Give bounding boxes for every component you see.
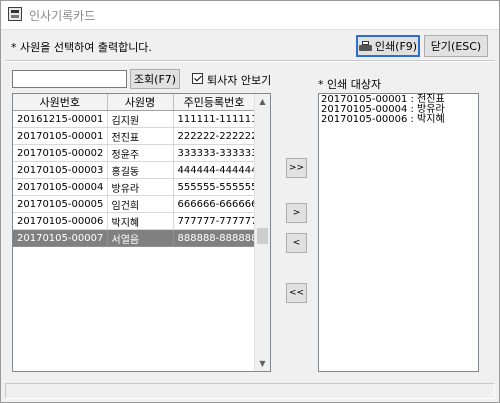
- add-all-label: >>: [288, 163, 305, 173]
- column-header-employee-id[interactable]: 사원번호: [13, 94, 108, 111]
- add-selected-label: >: [292, 208, 301, 218]
- print-button[interactable]: 인쇄(F9): [356, 35, 420, 57]
- cell-employee-id: 20161215-00001: [13, 110, 108, 128]
- search-input[interactable]: [12, 70, 127, 88]
- remove-selected-button[interactable]: <: [286, 233, 307, 253]
- printer-icon: [358, 40, 372, 52]
- remove-selected-label: <: [292, 238, 301, 248]
- grid-header-row: 사원번호 사원명 주민등록번호: [13, 94, 256, 111]
- cell-resident-number: 444444-4444444: [173, 161, 256, 179]
- cell-employee-name: 서열음: [107, 229, 174, 247]
- table-row[interactable]: 20170105-00005 임건희 666666-6666666: [13, 195, 256, 213]
- cell-employee-name: 박지혜: [107, 212, 174, 230]
- cell-resident-number: 888888-8888888: [173, 229, 256, 247]
- add-selected-button[interactable]: >: [286, 203, 307, 223]
- add-all-button[interactable]: >>: [286, 158, 307, 178]
- cell-employee-name: 김지원: [107, 110, 174, 128]
- cell-employee-name: 방유라: [107, 178, 174, 196]
- table-row[interactable]: 20161215-00001 김지원 111111-1111111: [13, 110, 256, 128]
- dialog-window: 인사기록카드 * 사원을 선택하여 출력합니다. 인쇄(F9) 닫기(ESC) …: [0, 0, 500, 403]
- status-bar: [5, 383, 495, 399]
- scroll-down-arrow-icon[interactable]: ▼: [255, 356, 270, 371]
- grid-vertical-scrollbar[interactable]: ▲ ▼: [254, 94, 270, 371]
- cell-employee-name: 전진표: [107, 127, 174, 145]
- title-bar[interactable]: 인사기록카드: [1, 1, 499, 30]
- cell-employee-id: 20170105-00003: [13, 161, 108, 179]
- header-divider: [5, 60, 495, 62]
- cell-resident-number: 222222-2222222: [173, 127, 256, 145]
- cell-employee-id: 20170105-00006: [13, 212, 108, 230]
- cell-resident-number: 111111-1111111: [173, 110, 256, 128]
- column-header-resident-number[interactable]: 주민등록번호: [173, 94, 256, 111]
- cell-employee-id: 20170105-00007: [13, 229, 108, 247]
- list-item[interactable]: 20170105-00006 : 박지혜: [321, 115, 476, 125]
- cell-resident-number: 555555-5555555: [173, 178, 256, 196]
- remove-all-button[interactable]: <<: [286, 283, 307, 303]
- table-row[interactable]: 20170105-00001 전진표 222222-2222222: [13, 127, 256, 145]
- employee-grid[interactable]: 사원번호 사원명 주민등록번호 20161215-00001 김지원 11111…: [12, 93, 271, 372]
- cell-employee-name: 정윤주: [107, 144, 174, 162]
- cell-employee-id: 20170105-00001: [13, 127, 108, 145]
- remove-all-label: <<: [288, 288, 305, 298]
- print-targets-title: * 인쇄 대상자: [318, 78, 382, 91]
- table-row[interactable]: 20170105-00002 정윤주 333333-3333333: [13, 144, 256, 162]
- cell-employee-id: 20170105-00005: [13, 195, 108, 213]
- table-row[interactable]: 20170105-00003 홍길동 444444-4444444: [13, 161, 256, 179]
- scroll-thumb[interactable]: [257, 228, 268, 244]
- app-icon: [8, 7, 22, 21]
- close-button[interactable]: 닫기(ESC): [424, 35, 488, 57]
- hide-retired-label: 퇴사자 안보기: [207, 74, 272, 87]
- print-target-list[interactable]: 20170105-00001 : 전진표 20170105-00004 : 방유…: [318, 93, 479, 372]
- cell-employee-id: 20170105-00004: [13, 178, 108, 196]
- instruction-text: * 사원을 선택하여 출력합니다.: [11, 41, 152, 54]
- window-title: 인사기록카드: [29, 9, 96, 23]
- cell-employee-name: 홍길동: [107, 161, 174, 179]
- hide-retired-checkbox[interactable]: [192, 73, 203, 84]
- table-row[interactable]: 20170105-00006 박지혜 777777-7777777: [13, 212, 256, 230]
- column-header-employee-name[interactable]: 사원명: [107, 94, 174, 111]
- cell-resident-number: 666666-6666666: [173, 195, 256, 213]
- scroll-up-arrow-icon[interactable]: ▲: [255, 94, 270, 109]
- search-button[interactable]: 조회(F7): [130, 69, 180, 89]
- print-button-label: 인쇄(F9): [374, 40, 418, 53]
- cell-resident-number: 333333-3333333: [173, 144, 256, 162]
- table-row[interactable]: 20170105-00004 방유라 555555-5555555: [13, 178, 256, 196]
- cell-resident-number: 777777-7777777: [173, 212, 256, 230]
- employee-table: 사원번호 사원명 주민등록번호 20161215-00001 김지원 11111…: [13, 94, 256, 247]
- cell-employee-name: 임건희: [107, 195, 174, 213]
- close-button-label: 닫기(ESC): [430, 40, 482, 53]
- search-button-label: 조회(F7): [133, 73, 177, 86]
- table-row-selected[interactable]: 20170105-00007 서열음 888888-8888888: [13, 229, 256, 247]
- cell-employee-id: 20170105-00002: [13, 144, 108, 162]
